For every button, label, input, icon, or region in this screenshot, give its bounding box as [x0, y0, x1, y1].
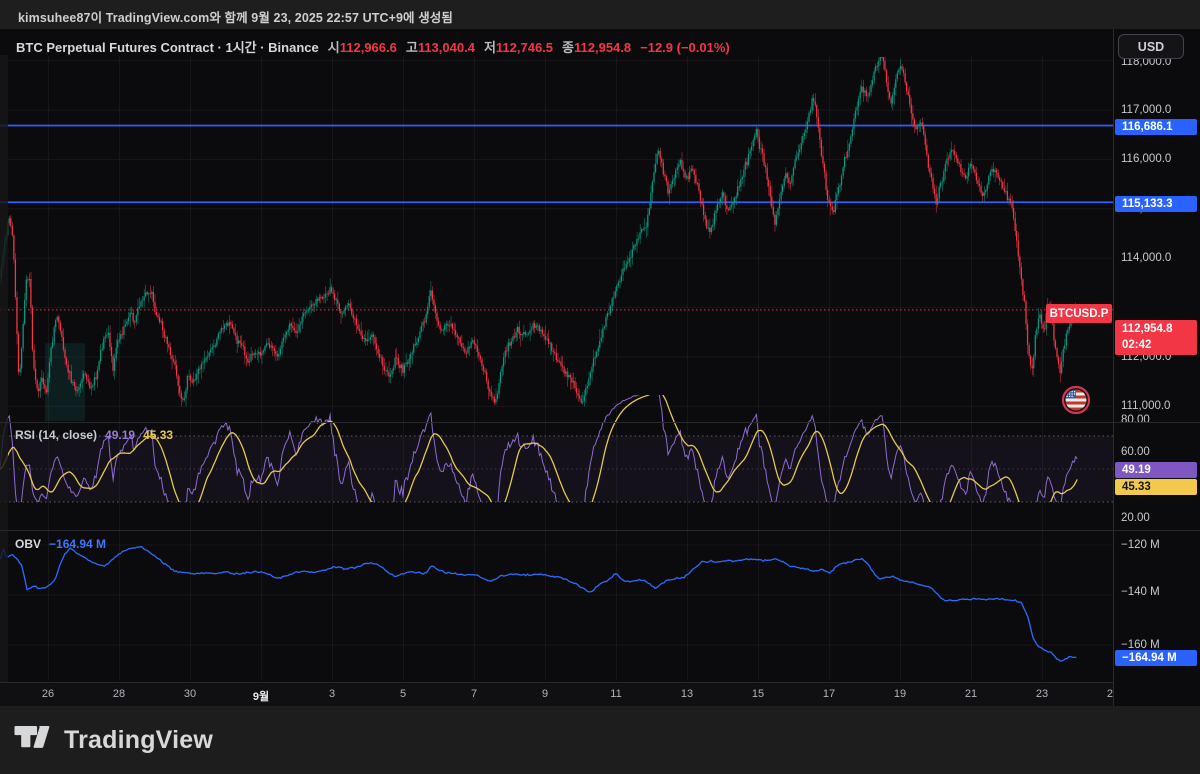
pane-separator-rsi[interactable]: [0, 422, 1200, 423]
currency-toggle-button[interactable]: USD: [1118, 34, 1184, 59]
chart-root: BTC Perpetual Futures Contract · 1시간 · B…: [0, 29, 1200, 706]
obv-axis-tick: −140 M: [1114, 586, 1198, 598]
time-axis-tick: 3: [329, 688, 335, 700]
chart-legend[interactable]: BTC Perpetual Futures Contract · 1시간 · B…: [16, 37, 730, 56]
attribution-text: kimsuhee87이 TradingView.com와 함께 9월 23, 2…: [18, 7, 453, 26]
obv-legend[interactable]: OBV −164.94 M: [15, 537, 106, 551]
rsi-value: 49.19: [105, 428, 135, 442]
obv-value: −164.94 M: [49, 537, 106, 551]
rsi-axis-tick: 20.00: [1114, 512, 1198, 524]
price-axis-tick: 114,000.0: [1114, 252, 1198, 264]
rsi-ma-axis-label: 45.33: [1115, 479, 1197, 495]
time-axis-tick: 28: [113, 688, 125, 700]
low-value: 112,746.5: [496, 40, 553, 55]
rsi-ma-value: 45.33: [143, 428, 173, 442]
rsi-axis-tick: 80.00: [1114, 414, 1198, 426]
footer-bar: TradingView: [0, 706, 1200, 774]
close-label: 종: [562, 40, 574, 55]
price-chart-canvas[interactable]: [0, 29, 1113, 682]
time-axis-tick: 5: [400, 688, 406, 700]
left-edge-strip: [0, 55, 8, 683]
time-axis-tick: 26: [42, 688, 54, 700]
attribution-bar: kimsuhee87이 TradingView.com와 함께 9월 23, 2…: [0, 0, 1200, 29]
tradingview-logo[interactable]: TradingView: [14, 723, 213, 758]
time-axis-tick: 7: [471, 688, 477, 700]
price-axis-panel[interactable]: −160 M−140 M−120 M20.0060.0080.00111,000…: [1113, 29, 1200, 706]
time-axis-tick: 13: [681, 688, 693, 700]
symbol-price-tag: BTCUSD.P: [1046, 304, 1112, 323]
time-axis-tick: 23: [1036, 688, 1048, 700]
price-axis-tick: 111,000.0: [1114, 400, 1198, 412]
change-value: −12.9 (−0.01%): [640, 40, 730, 55]
tradingview-screenshot: kimsuhee87이 TradingView.com와 함께 9월 23, 2…: [0, 0, 1200, 774]
time-axis-tick: 30: [184, 688, 196, 700]
us-flag-icon[interactable]: [1060, 384, 1092, 416]
open-value: 112,966.6: [340, 40, 397, 55]
rsi-title[interactable]: RSI (14, close): [15, 428, 97, 442]
tradingview-wordmark: TradingView: [64, 726, 213, 755]
time-axis-tick: 9월: [253, 688, 269, 704]
time-axis-tick: 11: [610, 688, 621, 700]
time-axis-tick: 15: [752, 688, 764, 700]
symbol-title[interactable]: BTC Perpetual Futures Contract · 1시간 · B…: [16, 40, 319, 55]
close-value: 112,954.8: [574, 40, 631, 55]
last-price-value: 112,954.8: [1122, 322, 1197, 338]
price-axis-tick: 116,000.0: [1114, 153, 1198, 165]
open-label: 시: [328, 40, 340, 55]
time-axis-tick: 19: [894, 688, 906, 700]
time-axis-tick: 21: [965, 688, 977, 700]
obv-title[interactable]: OBV: [15, 537, 41, 551]
last-price-axis-label: 112,954.8 02:42: [1115, 320, 1197, 355]
price-axis-tick: 117,000.0: [1114, 104, 1198, 116]
obv-axis-tick: −120 M: [1114, 539, 1198, 551]
time-axis-tick: 9: [542, 688, 548, 700]
rsi-axis-tick: 60.00: [1114, 446, 1198, 458]
bar-countdown: 02:42: [1122, 338, 1197, 354]
level-2-axis-label: 115,133.3: [1115, 196, 1197, 212]
pane-separator-obv[interactable]: [0, 530, 1200, 531]
time-axis-tick: 17: [823, 688, 835, 700]
level-1-axis-label: 116,686.1: [1115, 119, 1197, 135]
rsi-axis-label: 49.19: [1115, 462, 1197, 478]
rsi-legend[interactable]: RSI (14, close) 49.19 45.33: [15, 428, 173, 442]
tradingview-logo-icon: [14, 723, 54, 758]
high-label: 고: [406, 40, 418, 55]
obv-axis-label: −164.94 M: [1115, 650, 1197, 666]
low-label: 저: [484, 40, 496, 55]
high-value: 113,040.4: [418, 40, 475, 55]
time-axis[interactable]: 2628309월35791113151719212325: [0, 682, 1200, 706]
